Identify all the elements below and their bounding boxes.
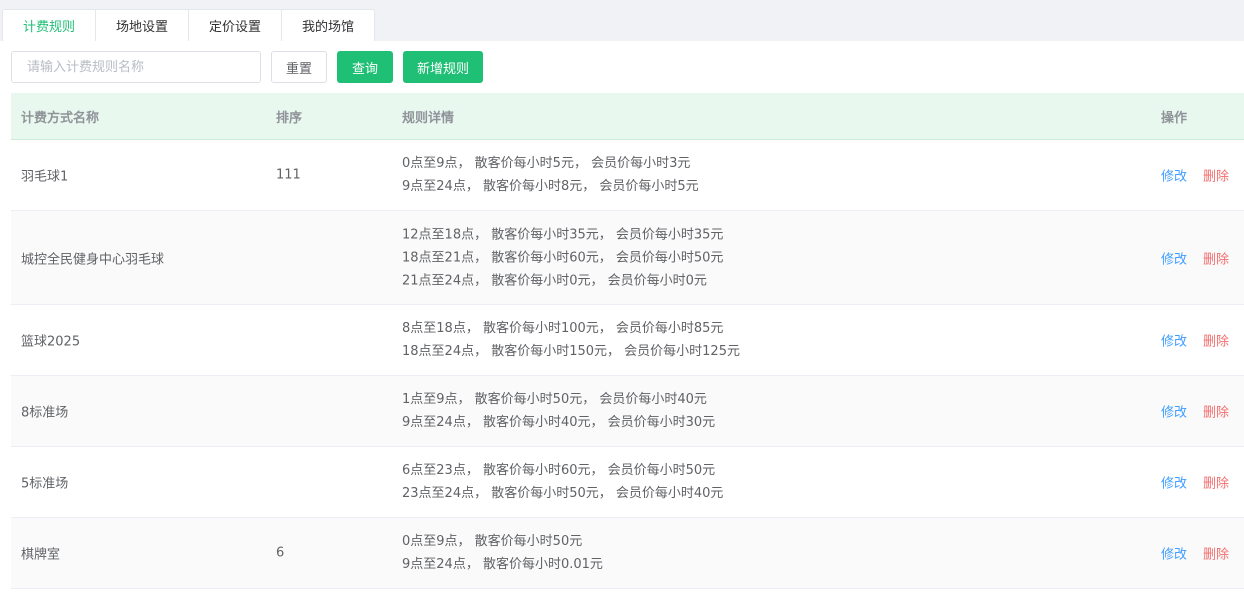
row-actions: 修改 删除	[1161, 544, 1229, 563]
row-actions: 修改 删除	[1161, 248, 1229, 267]
header-detail: 规则详情	[402, 110, 455, 126]
rule-detail-line: 9点至24点， 散客价每小时40元， 会员价每小时30元	[402, 415, 716, 430]
tab-bar: 计费规则 场地设置 定价设置 我的场馆	[0, 0, 1244, 41]
rule-name-cell: 8标准场	[21, 405, 69, 421]
tab-pricing-settings[interactable]: 定价设置	[189, 9, 282, 41]
table-body: 羽毛球1 111 0点至9点， 散客价每小时5元， 会员价每小时3元 9点至24点， …	[11, 140, 1244, 589]
row-actions: 修改 删除	[1161, 402, 1229, 421]
rule-name-cell: 城控全民健身中心羽毛球	[21, 252, 165, 267]
edit-link[interactable]: 修改	[1161, 166, 1187, 185]
rule-detail-line: 18点至24点， 散客价每小时150元， 会员价每小时125元	[402, 344, 740, 359]
delete-link[interactable]: 删除	[1203, 166, 1229, 185]
rule-name-cell: 5标准场	[21, 476, 69, 492]
rule-name-cell: 篮球2025	[21, 334, 81, 350]
billing-rules-table: 计费方式名称 排序 规则详情 操作 羽毛球1 111 0点至9点， 散客价每小时5元…	[11, 93, 1244, 589]
table-row: 棋牌室 6 0点至9点， 散客价每小时50元 9点至24点， 散客价每小时0.01元 修…	[11, 518, 1244, 589]
table-row: 8标准场 1点至9点， 散客价每小时50元， 会员价每小时40元 9点至24点， 散…	[11, 376, 1244, 447]
toolbar: 重置 查询 新增规则	[11, 51, 483, 83]
delete-link[interactable]: 删除	[1203, 402, 1229, 421]
table-row: 城控全民健身中心羽毛球 12点至18点， 散客价每小时35元， 会员价每小时35元…	[11, 211, 1244, 305]
table-row: 羽毛球1 111 0点至9点， 散客价每小时5元， 会员价每小时3元 9点至24点， …	[11, 140, 1244, 211]
header-order: 排序	[276, 110, 303, 126]
query-button[interactable]: 查询	[337, 51, 393, 83]
rule-detail-cell: 6点至23点， 散客价每小时60元， 会员价每小时50元 23点至24点， 散客价…	[402, 459, 723, 505]
delete-link[interactable]: 删除	[1203, 473, 1229, 492]
table-row: 5标准场 6点至23点， 散客价每小时60元， 会员价每小时50元 23点至24点，…	[11, 447, 1244, 518]
row-actions: 修改 删除	[1161, 166, 1229, 185]
add-rule-button[interactable]: 新增规则	[403, 51, 483, 83]
tabs: 计费规则 场地设置 定价设置 我的场馆	[2, 9, 1244, 41]
delete-link[interactable]: 删除	[1203, 331, 1229, 350]
rule-detail-line: 0点至9点， 散客价每小时5元， 会员价每小时3元	[402, 156, 691, 171]
rule-name-cell: 羽毛球1	[21, 169, 69, 185]
tab-my-venue[interactable]: 我的场馆	[282, 9, 375, 41]
rule-detail-line: 6点至23点， 散客价每小时60元， 会员价每小时50元	[402, 463, 716, 478]
edit-link[interactable]: 修改	[1161, 248, 1187, 267]
row-actions: 修改 删除	[1161, 331, 1229, 350]
rule-detail-line: 0点至9点， 散客价每小时50元	[402, 534, 583, 549]
delete-link[interactable]: 删除	[1203, 248, 1229, 267]
header-name: 计费方式名称	[21, 110, 100, 126]
table-header: 计费方式名称 排序 规则详情 操作	[11, 93, 1244, 140]
order-cell: 6	[276, 545, 285, 561]
rule-detail-cell: 0点至9点， 散客价每小时50元 9点至24点， 散客价每小时0.01元	[402, 530, 603, 576]
table-row: 篮球2025 8点至18点， 散客价每小时100元， 会员价每小时85元 18点至2…	[11, 305, 1244, 376]
rule-detail-cell: 8点至18点， 散客价每小时100元， 会员价每小时85元 18点至24点， 散客…	[402, 317, 740, 363]
rule-detail-line: 8点至18点， 散客价每小时100元， 会员价每小时85元	[402, 321, 724, 336]
rule-detail-line: 12点至18点， 散客价每小时35元， 会员价每小时35元	[402, 227, 724, 242]
rule-detail-cell: 1点至9点， 散客价每小时50元， 会员价每小时40元 9点至24点， 散客价每小…	[402, 388, 715, 434]
rule-detail-line: 23点至24点， 散客价每小时50元， 会员价每小时40元	[402, 486, 724, 501]
rule-detail-line: 18点至21点， 散客价每小时60元， 会员价每小时50元	[402, 250, 724, 265]
rule-detail-line: 9点至24点， 散客价每小时0.01元	[402, 557, 603, 572]
rule-detail-line: 1点至9点， 散客价每小时50元， 会员价每小时40元	[402, 392, 707, 407]
order-cell: 111	[276, 167, 301, 183]
rule-detail-cell: 12点至18点， 散客价每小时35元， 会员价每小时35元 18点至21点， 散客…	[402, 223, 723, 292]
tab-billing-rules[interactable]: 计费规则	[2, 9, 96, 41]
edit-link[interactable]: 修改	[1161, 544, 1187, 563]
rule-detail-line: 21点至24点， 散客价每小时0元， 会员价每小时0元	[402, 273, 707, 288]
row-actions: 修改 删除	[1161, 473, 1229, 492]
rule-name-cell: 棋牌室	[21, 547, 61, 563]
rule-name-search-input[interactable]	[11, 51, 261, 83]
edit-link[interactable]: 修改	[1161, 473, 1187, 492]
rule-detail-cell: 0点至9点， 散客价每小时5元， 会员价每小时3元 9点至24点， 散客价每小时8…	[402, 152, 699, 198]
edit-link[interactable]: 修改	[1161, 402, 1187, 421]
edit-link[interactable]: 修改	[1161, 331, 1187, 350]
reset-button[interactable]: 重置	[271, 51, 327, 83]
header-action: 操作	[1161, 110, 1188, 126]
delete-link[interactable]: 删除	[1203, 544, 1229, 563]
tab-venue-settings[interactable]: 场地设置	[96, 9, 189, 41]
rule-detail-line: 9点至24点， 散客价每小时8元， 会员价每小时5元	[402, 179, 699, 194]
